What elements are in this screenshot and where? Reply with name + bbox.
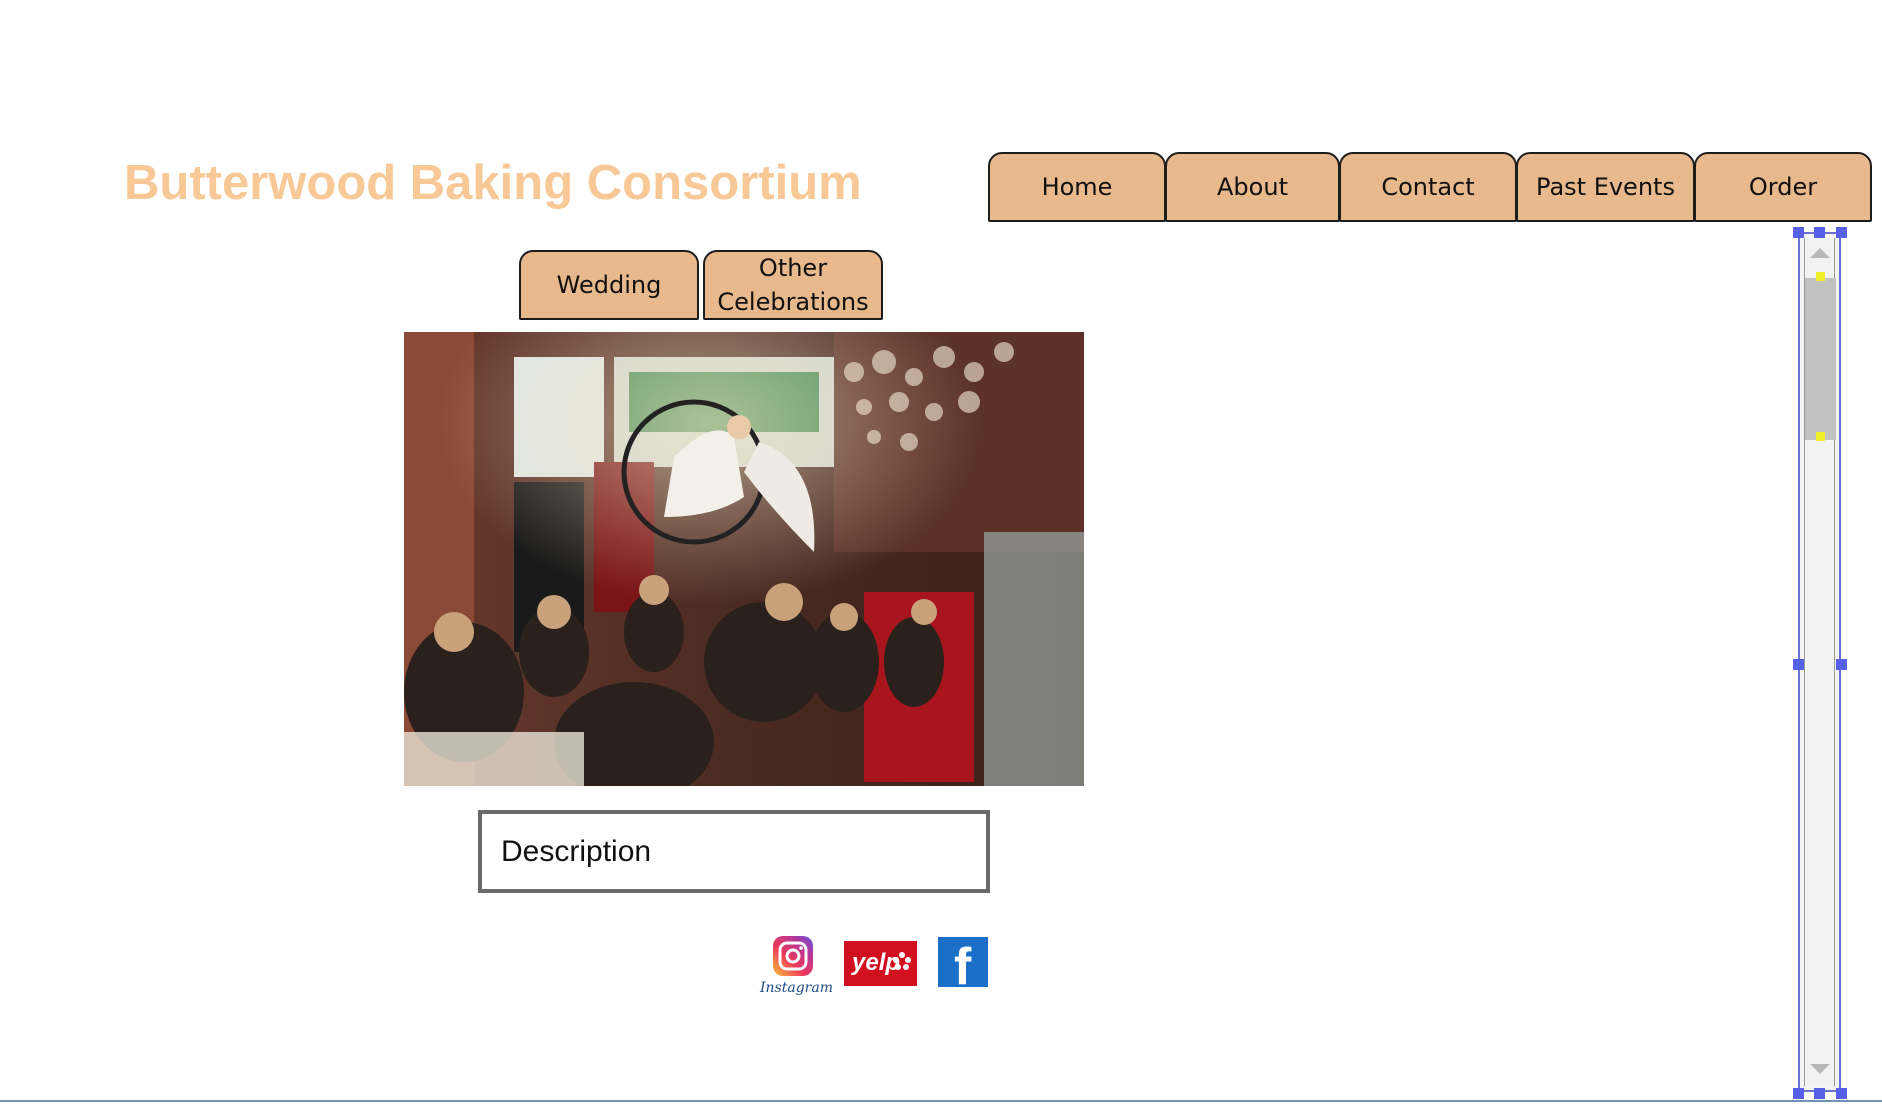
resize-handle-mr[interactable] [1836,659,1847,670]
facebook-icon: f [954,938,972,987]
resize-handle-ml[interactable] [1793,659,1804,670]
yelp-burst-icon [893,952,911,970]
nav-tab-label: Past Events [1536,173,1675,201]
subtab-label: Other Celebrations [717,254,869,316]
nav-tab-about[interactable]: About [1165,152,1340,222]
subtab-other-celebrations[interactable]: Other Celebrations [703,250,883,320]
subtab-label: Wedding [556,271,662,299]
nav-tab-contact[interactable]: Contact [1339,152,1517,222]
description-field[interactable]: Description [478,810,990,893]
yelp-link[interactable]: yelp [844,941,917,986]
nav-tab-past-events[interactable]: Past Events [1516,152,1695,222]
thumb-top-marker [1816,272,1825,281]
scroll-down-arrow-icon[interactable] [1810,1064,1830,1076]
instagram-link[interactable]: Instagram [760,934,833,998]
site-title: Butterwood Baking Consortium [124,156,862,210]
subtab-wedding[interactable]: Wedding [519,250,699,320]
resize-handle-bm[interactable] [1814,1088,1825,1099]
canvas-bottom-border [0,1100,1882,1102]
event-photo [404,332,1084,786]
scrollbar-widget[interactable] [1798,232,1841,1092]
nav-tab-label: Home [1041,173,1113,201]
thumb-bottom-marker [1816,432,1825,441]
description-placeholder: Description [501,834,652,868]
instagram-label: Instagram [760,980,833,996]
facebook-link[interactable]: f [938,937,988,987]
resize-handle-br[interactable] [1836,1088,1847,1099]
nav-tab-label: Contact [1381,173,1475,201]
nav-tab-home[interactable]: Home [988,152,1166,222]
resize-handle-bl[interactable] [1793,1088,1804,1099]
resize-handle-tl[interactable] [1793,227,1804,238]
scrollbar-thumb[interactable] [1805,278,1836,440]
resize-handle-tm[interactable] [1814,227,1825,238]
nav-tab-order[interactable]: Order [1694,152,1872,222]
resize-handle-tr[interactable] [1836,227,1847,238]
scroll-up-arrow-icon[interactable] [1810,246,1830,258]
nav-tab-label: About [1217,173,1288,201]
nav-tab-label: Order [1748,173,1818,201]
